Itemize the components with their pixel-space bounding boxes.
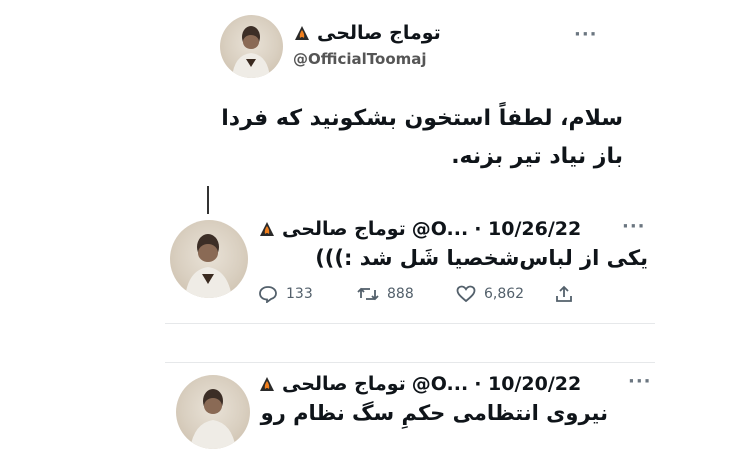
- reply2-text: نیروی انتظامی حکمِ سگ نظام رو: [260, 401, 608, 425]
- reply2-handle[interactable]: @O...: [412, 373, 468, 395]
- fire-icon: [258, 375, 276, 393]
- main-tweet-author[interactable]: توماج صالحی: [293, 22, 441, 44]
- share-icon: [554, 285, 574, 303]
- reply1-divider: [165, 323, 655, 324]
- reply1-meta: توماج صالحی @O... · 10/26/22: [258, 218, 581, 240]
- reply1-handle[interactable]: @O...: [412, 218, 468, 240]
- reply-icon: [258, 285, 278, 303]
- reply1-text: یکی از لباس‌شخصیا شَل شد :))): [315, 246, 648, 270]
- like-icon: [456, 285, 476, 303]
- reply2-divider: [165, 362, 655, 363]
- thread-connector: [207, 186, 209, 214]
- main-tweet-more-icon[interactable]: ···: [574, 24, 598, 45]
- main-tweet-text-line2: باز نیاد تیر بزنه.: [451, 144, 623, 169]
- reply1-reply-count: 133: [286, 286, 313, 302]
- reply2-avatar[interactable]: [176, 375, 250, 449]
- reply1-like-count: 6,862: [484, 286, 525, 302]
- reply1-retweet-button[interactable]: 888: [357, 285, 414, 303]
- reply1-retweet-count: 888: [387, 286, 414, 302]
- main-tweet-avatar[interactable]: [220, 15, 283, 78]
- reply1-date[interactable]: · 10/26/22: [474, 218, 581, 240]
- reply1-reply-button[interactable]: 133: [258, 285, 313, 303]
- main-tweet-author-name[interactable]: توماج صالحی: [317, 22, 441, 44]
- reply1-share-button[interactable]: [554, 285, 574, 303]
- reply1-more-icon[interactable]: ···: [622, 216, 646, 237]
- reply2-more-icon[interactable]: ···: [628, 371, 652, 392]
- reply1-avatar[interactable]: [170, 220, 248, 298]
- retweet-icon: [357, 285, 379, 303]
- reply2-meta: توماج صالحی @O... · 10/20/22: [258, 373, 581, 395]
- fire-icon: [258, 220, 276, 238]
- reply2-date[interactable]: · 10/20/22: [474, 373, 581, 395]
- reply2-author-name[interactable]: توماج صالحی: [282, 373, 406, 395]
- main-tweet-text: سلام، لطفاً استخون بشکونید که فردا باز ن…: [221, 100, 623, 176]
- main-tweet-text-line1: سلام، لطفاً استخون بشکونید که فردا: [221, 106, 623, 131]
- reply1-author-name[interactable]: توماج صالحی: [282, 218, 406, 240]
- reply1-like-button[interactable]: 6,862: [456, 285, 524, 303]
- main-tweet-handle[interactable]: @OfficialToomaj: [293, 50, 427, 68]
- fire-icon: [293, 24, 311, 42]
